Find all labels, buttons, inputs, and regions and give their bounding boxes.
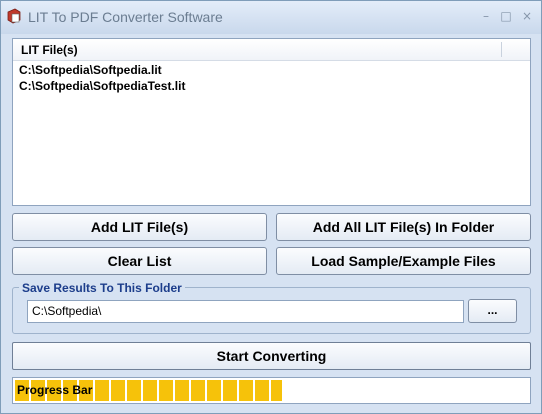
column-separator[interactable] <box>501 42 502 57</box>
progress-label: Progress Bar <box>17 383 93 397</box>
column-header-lit-files[interactable]: LIT File(s) <box>21 43 78 57</box>
progress-bar: Progress Bar <box>12 377 531 404</box>
file-list[interactable]: LIT File(s) C:\Softpedia\Softpedia.lit C… <box>12 38 531 206</box>
list-item[interactable]: C:\Softpedia\SoftpediaTest.lit <box>19 79 185 93</box>
add-files-button[interactable]: Add LIT File(s) <box>12 213 267 241</box>
app-window: LIT To PDF Converter Software – □ × LIT … <box>0 0 542 414</box>
restore-icon[interactable]: □ <box>499 9 513 23</box>
output-folder-input[interactable]: C:\Softpedia\ <box>27 300 464 323</box>
clear-list-button[interactable]: Clear List <box>12 247 267 275</box>
close-icon[interactable]: × <box>520 9 534 23</box>
window-title: LIT To PDF Converter Software <box>28 9 223 25</box>
browse-button[interactable]: ... <box>468 299 517 323</box>
start-converting-button[interactable]: Start Converting <box>12 342 531 370</box>
minimize-icon[interactable]: – <box>479 9 493 23</box>
file-list-header[interactable]: LIT File(s) <box>13 39 530 61</box>
title-bar[interactable]: LIT To PDF Converter Software – □ × <box>1 1 541 34</box>
output-folder-label: Save Results To This Folder <box>19 281 185 295</box>
app-icon <box>7 8 21 24</box>
load-samples-button[interactable]: Load Sample/Example Files <box>276 247 531 275</box>
add-folder-button[interactable]: Add All LIT File(s) In Folder <box>276 213 531 241</box>
list-item[interactable]: C:\Softpedia\Softpedia.lit <box>19 63 162 77</box>
